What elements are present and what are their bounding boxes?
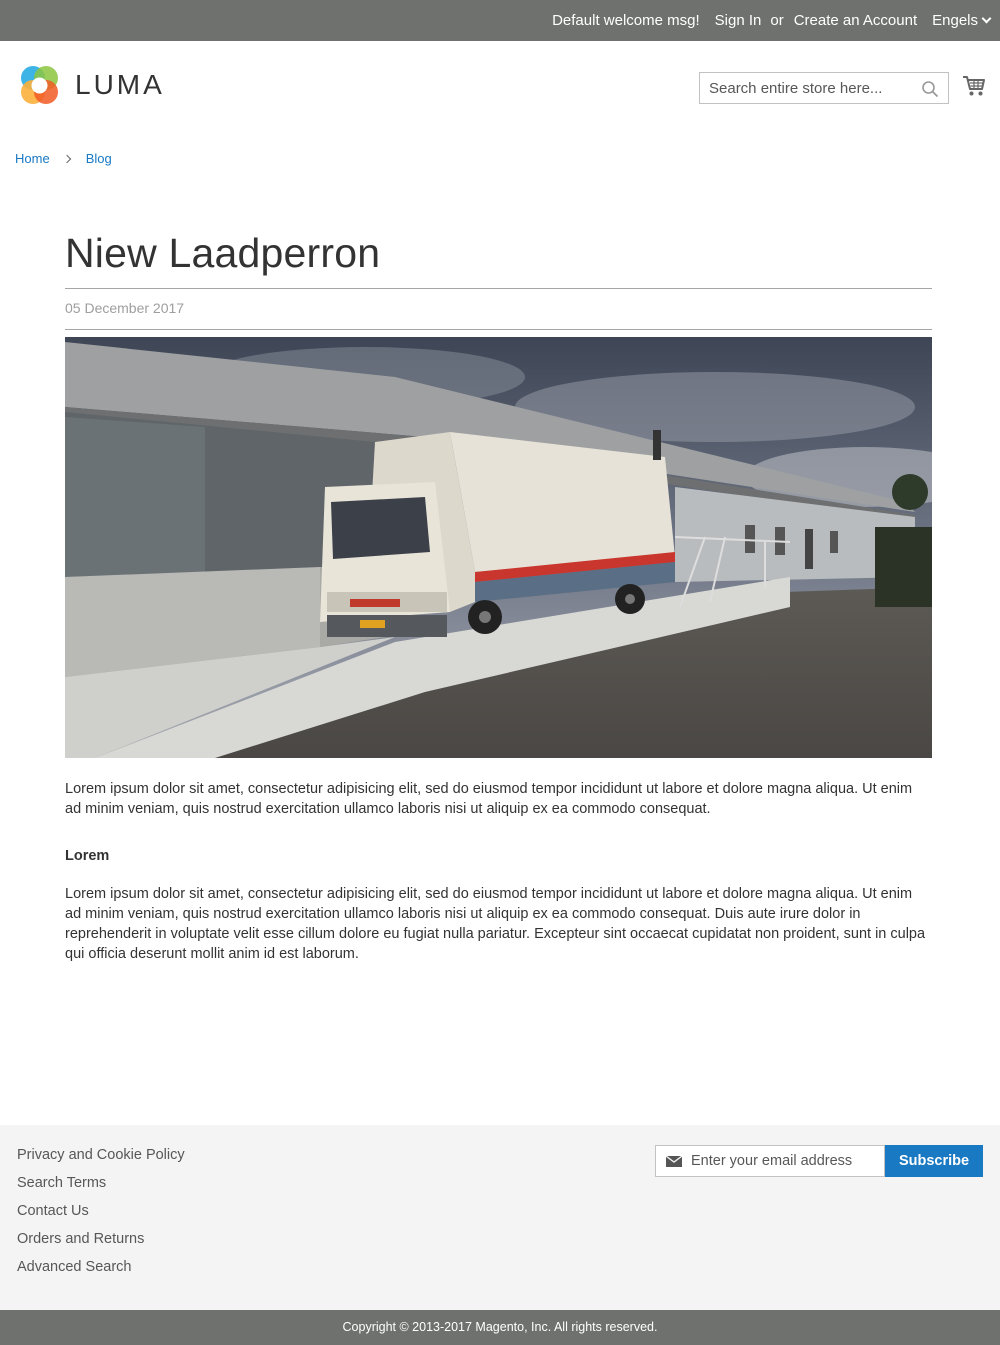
search-input[interactable] — [700, 73, 910, 103]
envelope-icon — [666, 1156, 682, 1167]
logo-text: LUMA — [75, 69, 165, 100]
create-account-link[interactable]: Create an Account — [794, 12, 917, 29]
copyright: Copyright © 2013-2017 Magento, Inc. All … — [0, 1310, 1000, 1345]
post-paragraph: Lorem ipsum dolor sit amet, consectetur … — [65, 886, 926, 962]
newsletter-form: Subscribe — [655, 1145, 983, 1177]
subscribe-button[interactable]: Subscribe — [885, 1145, 983, 1177]
post-subheading: Lorem — [65, 848, 110, 864]
header-links: Default welcome msg! Sign In or Create a… — [552, 0, 992, 41]
truck-photo — [65, 337, 932, 758]
sign-in-link[interactable]: Sign In — [715, 12, 762, 29]
page-title: Niew Laadperron — [65, 230, 381, 276]
footer-link-orders-returns[interactable]: Orders and Returns — [17, 1229, 185, 1257]
welcome-message: Default welcome msg! — [552, 12, 700, 29]
search-icon[interactable] — [921, 80, 939, 98]
footer-link-privacy[interactable]: Privacy and Cookie Policy — [17, 1145, 185, 1173]
language-label: Engels — [932, 12, 978, 29]
newsletter-field — [655, 1145, 885, 1177]
footer-link-search-terms[interactable]: Search Terms — [17, 1173, 185, 1201]
logo[interactable]: LUMA — [17, 63, 165, 107]
footer-link-advanced-search[interactable]: Advanced Search — [17, 1257, 185, 1285]
chevron-right-icon — [62, 154, 71, 163]
newsletter-email-input[interactable] — [691, 1146, 881, 1176]
post-paragraph: Lorem ipsum dolor sit amet, consectetur … — [65, 781, 913, 817]
or-separator: or — [770, 12, 784, 29]
post-date: 05 December 2017 — [65, 300, 185, 316]
chevron-down-icon — [981, 13, 992, 24]
divider — [65, 288, 932, 289]
breadcrumb: Home Blog — [15, 151, 112, 166]
search-box — [699, 72, 949, 104]
divider — [65, 329, 932, 330]
luma-logo-icon — [21, 65, 58, 104]
footer: Privacy and Cookie Policy Search Terms C… — [0, 1125, 1000, 1310]
language-switcher[interactable]: Engels — [932, 12, 992, 29]
breadcrumb-blog[interactable]: Blog — [86, 151, 112, 166]
panel-header: Default welcome msg! Sign In or Create a… — [0, 0, 1000, 41]
post-image — [65, 337, 932, 758]
breadcrumb-home[interactable]: Home — [15, 151, 50, 166]
footer-links: Privacy and Cookie Policy Search Terms C… — [17, 1145, 185, 1285]
footer-link-contact[interactable]: Contact Us — [17, 1201, 185, 1229]
cart-icon[interactable] — [962, 75, 986, 97]
